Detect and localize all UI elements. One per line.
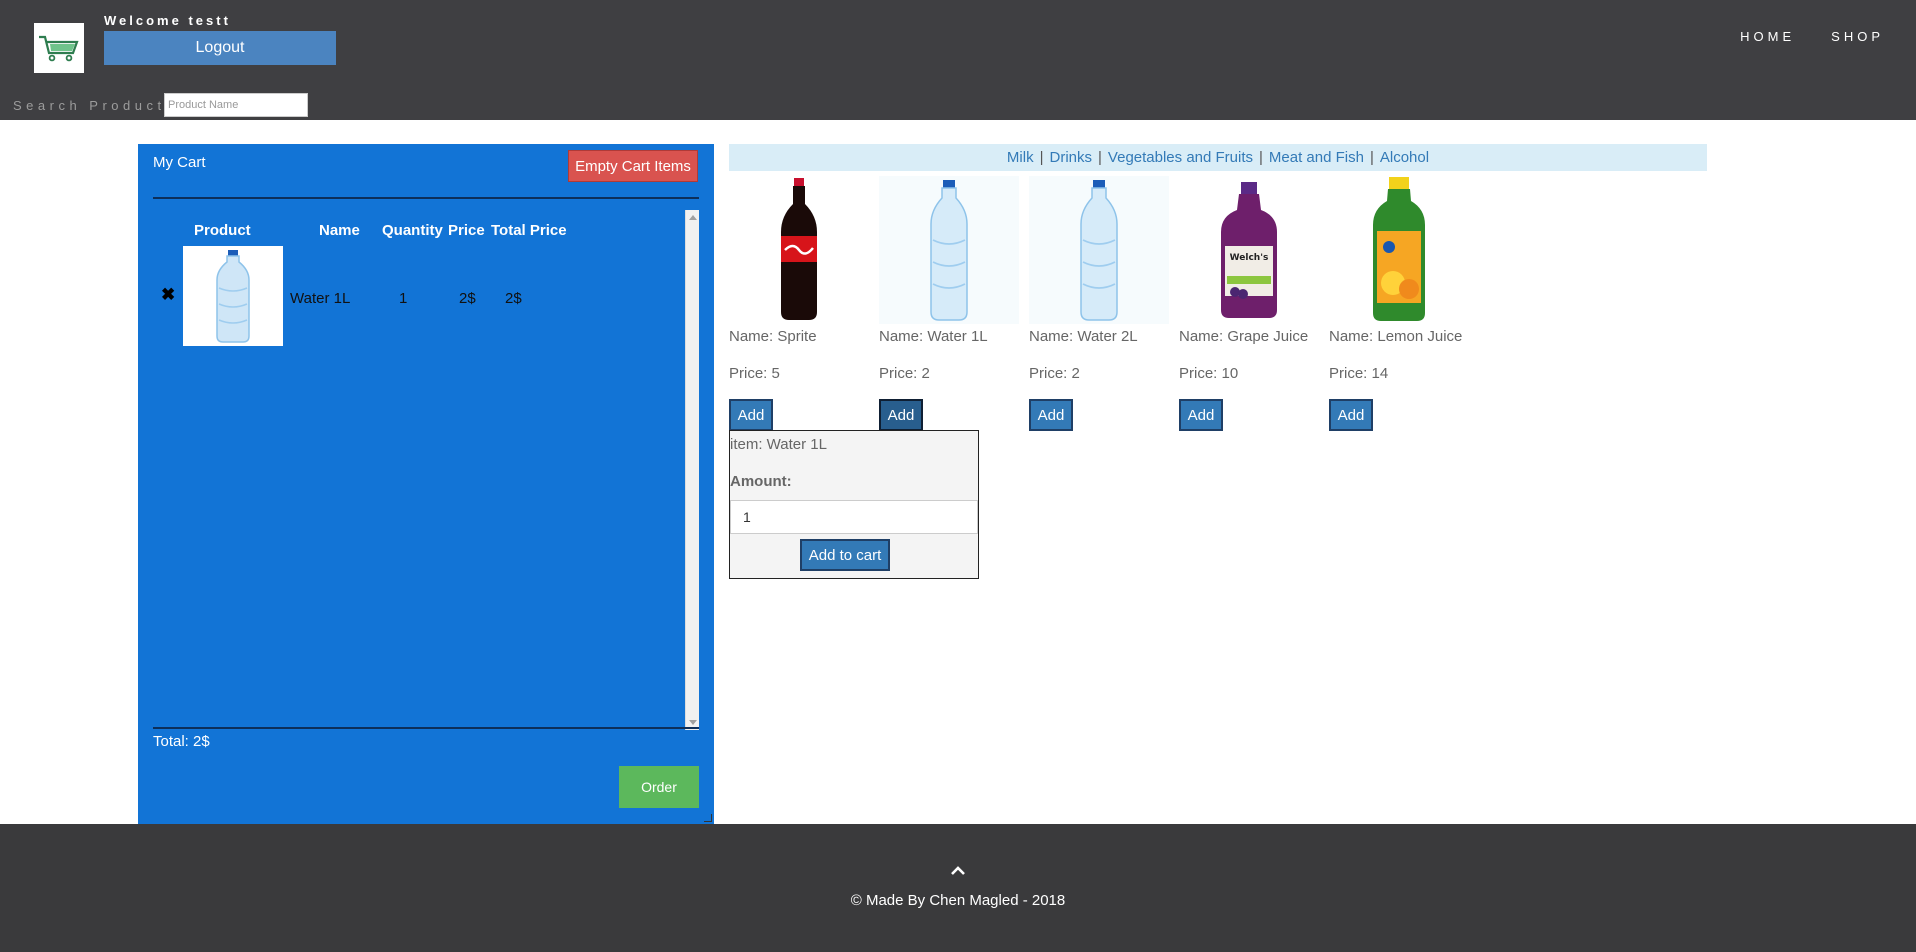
product-card: Welch's Name: Grape Juice Price: 10 Add [1179, 176, 1319, 431]
product-price: Price: 10 [1179, 365, 1239, 382]
product-image [1029, 176, 1169, 324]
grape-juice-image: Welch's [1221, 182, 1277, 318]
nav-home-link[interactable]: HOME [1740, 29, 1795, 44]
amount-input[interactable] [730, 500, 978, 534]
remove-item-icon[interactable]: ✖ [161, 285, 175, 305]
product-price: Price: 14 [1329, 365, 1389, 382]
product-card: Name: Water 1L Price: 2 Add [879, 176, 1019, 431]
product-name: Name: Lemon Juice [1329, 328, 1463, 345]
top-header: Welcome testt Logout HOME SHOP Search Pr… [0, 0, 1916, 120]
separator: | [1369, 149, 1374, 166]
cola-bottle-image [781, 178, 817, 320]
category-alcohol-link[interactable]: Alcohol [1380, 149, 1429, 166]
cart-panel: My Cart Empty Cart Items Product Name Qu… [138, 144, 714, 824]
empty-cart-button[interactable]: Empty Cart Items [568, 150, 698, 182]
product-price: Price: 5 [729, 365, 780, 382]
scroll-down-arrow-icon[interactable] [689, 720, 697, 725]
add-button[interactable]: Add [1029, 399, 1073, 431]
chevron-up-icon[interactable] [951, 866, 965, 876]
cart-item-name: Water 1L [290, 290, 351, 307]
resize-handle[interactable] [704, 814, 712, 822]
add-to-cart-button[interactable]: Add to cart [800, 539, 890, 571]
scroll-up-arrow-icon[interactable] [689, 215, 697, 220]
column-header-quantity: Quantity [382, 222, 443, 239]
cart-total: Total: 2$ [153, 733, 210, 750]
product-image: Welch's [1179, 176, 1319, 324]
welcome-text: Welcome testt [104, 13, 231, 28]
product-image [729, 176, 869, 324]
order-button[interactable]: Order [619, 766, 699, 808]
separator: | [1259, 149, 1263, 166]
category-bar: Milk | Drinks | Vegetables and Fruits | … [729, 144, 1707, 171]
water-bottle-image [1080, 180, 1118, 321]
category-meat-fish-link[interactable]: Meat and Fish [1269, 149, 1364, 166]
water-bottle-image [216, 250, 250, 343]
product-name: Name: Water 1L [879, 328, 988, 345]
cart-item-quantity: 1 [399, 290, 408, 307]
product-thumbnail [183, 246, 283, 346]
column-header-product: Product [194, 222, 251, 239]
column-header-total-price: Total Price [491, 222, 567, 239]
product-card: Name: Water 2L Price: 2 Add [1029, 176, 1169, 431]
copyright-text: © Made By Chen Magled - 2018 [850, 892, 1066, 909]
add-button[interactable]: Add [729, 399, 773, 431]
product-card: Name: Sprite Price: 5 Add [729, 176, 869, 431]
cart-item-price: 2$ [459, 290, 476, 307]
column-header-name: Name [319, 222, 360, 239]
product-price: Price: 2 [1029, 365, 1080, 382]
divider [153, 727, 699, 729]
logout-button[interactable]: Logout [104, 31, 336, 65]
water-bottle-image [930, 180, 968, 321]
lemon-juice-image [1373, 177, 1425, 321]
cart-table[interactable]: Product Name Quantity Price Total Price … [153, 210, 699, 730]
product-image [879, 176, 1019, 324]
popover-item-text: item: Water 1L [730, 436, 827, 453]
separator: | [1039, 149, 1044, 166]
main-nav: HOME SHOP [1740, 29, 1884, 44]
nav-shop-link[interactable]: SHOP [1831, 29, 1884, 44]
product-card: Name: Lemon Juice Price: 14 Add [1329, 176, 1469, 431]
category-milk-link[interactable]: Milk [1007, 149, 1034, 166]
svg-text:Welch's: Welch's [1230, 253, 1269, 263]
search-label: Search Products [13, 98, 177, 113]
product-name: Name: Grape Juice [1179, 328, 1309, 345]
category-vegetables-link[interactable]: Vegetables and Fruits [1108, 149, 1253, 166]
add-to-cart-popover: item: Water 1L Amount: Add to cart [729, 430, 979, 579]
product-price: Price: 2 [879, 365, 930, 382]
divider [153, 197, 699, 199]
add-button[interactable]: Add [1329, 399, 1373, 431]
column-header-price: Price [448, 222, 485, 239]
category-drinks-link[interactable]: Drinks [1050, 149, 1093, 166]
product-name: Name: Water 2L [1029, 328, 1138, 345]
footer: © Made By Chen Magled - 2018 [0, 824, 1916, 952]
amount-label: Amount: [730, 473, 792, 490]
logo[interactable] [34, 23, 84, 73]
shopping-cart-icon [39, 35, 79, 62]
cart-title: My Cart [153, 154, 206, 171]
add-button[interactable]: Add [879, 399, 923, 431]
product-image [1329, 176, 1469, 324]
cart-scrollbar[interactable] [685, 210, 699, 730]
cart-item-total: 2$ [505, 290, 522, 307]
separator: | [1098, 149, 1102, 166]
search-input[interactable] [164, 93, 308, 117]
add-button[interactable]: Add [1179, 399, 1223, 431]
product-name: Name: Sprite [729, 328, 817, 345]
